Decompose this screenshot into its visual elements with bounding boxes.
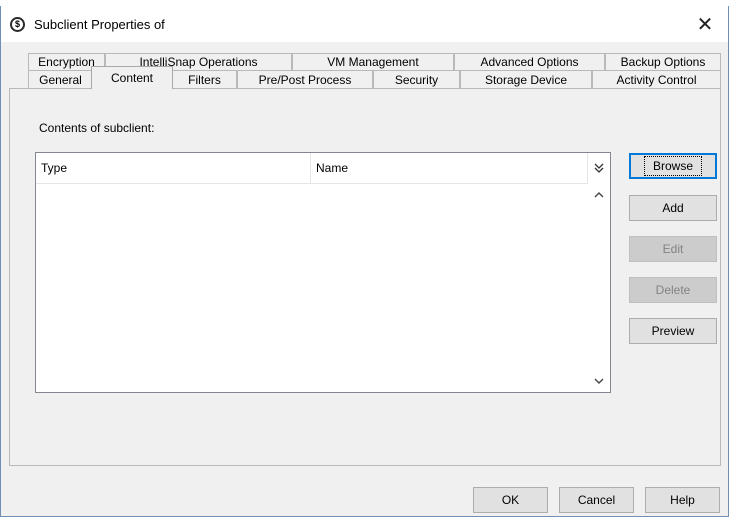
edit-button[interactable]: Edit — [629, 236, 717, 262]
column-chooser-icon[interactable] — [588, 153, 610, 183]
preview-button[interactable]: Preview — [629, 318, 717, 344]
window-title: Subclient Properties of — [34, 16, 165, 32]
tab-security[interactable]: Security — [373, 70, 460, 88]
column-header-name[interactable]: Name — [311, 153, 588, 183]
tab-pre-post-process[interactable]: Pre/Post Process — [237, 70, 373, 88]
tab-backup-options[interactable]: Backup Options — [605, 53, 721, 70]
tab-advanced-options[interactable]: Advanced Options — [454, 53, 605, 70]
tab-activity-control[interactable]: Activity Control — [592, 70, 721, 88]
delete-button[interactable]: Delete — [629, 277, 717, 303]
help-button[interactable]: Help — [645, 487, 720, 513]
column-header-type[interactable]: Type — [36, 153, 311, 183]
browse-button[interactable]: Browse — [629, 153, 717, 179]
add-button[interactable]: Add — [629, 195, 717, 221]
table-header: Type Name — [36, 153, 588, 184]
contents-label: Contents of subclient: — [39, 121, 155, 135]
cancel-button[interactable]: Cancel — [559, 487, 634, 513]
app-icon: $ — [10, 16, 25, 32]
browse-button-label: Browse — [643, 156, 703, 176]
ok-button[interactable]: OK — [473, 487, 548, 513]
tab-content[interactable]: Content — [91, 66, 173, 89]
tab-vm-management[interactable]: VM Management — [292, 53, 454, 70]
contents-table[interactable]: Type Name — [35, 152, 611, 393]
close-button[interactable]: ✕ — [682, 6, 728, 42]
title-bar[interactable]: $ Subclient Properties of ✕ — [1, 6, 728, 42]
tab-general[interactable]: General — [28, 70, 93, 88]
chevron-up-icon[interactable] — [588, 185, 610, 203]
tab-storage-device[interactable]: Storage Device — [460, 70, 592, 88]
tab-filters[interactable]: Filters — [172, 70, 237, 88]
chevron-down-icon[interactable] — [588, 372, 610, 390]
vertical-scrollbar[interactable] — [588, 183, 610, 392]
